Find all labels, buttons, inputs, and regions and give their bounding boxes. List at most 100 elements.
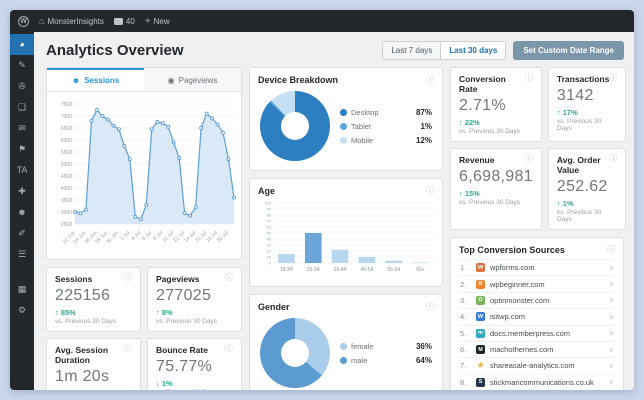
set-custom-date-range-button[interactable]: Set Custom Date Range bbox=[513, 41, 624, 60]
info-icon[interactable]: ⓘ bbox=[426, 187, 434, 195]
source-domain: wpbeginner.com bbox=[490, 279, 545, 289]
chevron-down-icon[interactable]: ∨ bbox=[609, 362, 614, 370]
svg-text:30 Jun: 30 Jun bbox=[105, 230, 120, 245]
legend-value: 12% bbox=[415, 135, 432, 145]
right-stat-cards: Conversion Rate ⓘ 2.71% ↑ 22% vs. Previous 3… bbox=[450, 67, 627, 230]
info-icon[interactable]: ⓘ bbox=[525, 155, 533, 163]
media-icon: ✇ bbox=[18, 81, 26, 91]
conversion-source-row[interactable]: 4. Wisitwp.com ∨ bbox=[459, 308, 615, 324]
site-name: MonsterInsights bbox=[47, 16, 104, 26]
chevron-down-icon[interactable]: ∨ bbox=[609, 296, 614, 304]
legend-value: 1% bbox=[420, 121, 432, 131]
comments-menu[interactable]: 40 bbox=[113, 17, 135, 26]
sidebar-item-pages[interactable]: ❏ bbox=[10, 97, 34, 118]
legend-label: female bbox=[351, 341, 374, 351]
info-icon[interactable]: ⓘ bbox=[124, 345, 132, 353]
sidebar-item-collapse[interactable]: ⚙ bbox=[10, 300, 34, 321]
sidebar-item-text-tools[interactable]: TA bbox=[10, 160, 34, 181]
stat-label: Bounce Rate bbox=[156, 345, 208, 355]
svg-text:20: 20 bbox=[267, 248, 272, 253]
info-icon[interactable]: ⓘ bbox=[225, 345, 233, 353]
stat-delta: ↑ 17% bbox=[556, 108, 578, 117]
sidebar-item-appearance[interactable]: ⚑ bbox=[10, 139, 34, 160]
chevron-down-icon[interactable]: ∨ bbox=[609, 378, 614, 386]
comments-icon bbox=[113, 17, 123, 25]
sidebar-item-tools[interactable]: ✐ bbox=[10, 223, 34, 244]
tab-sessions[interactable]: ☻ Sessions bbox=[47, 68, 144, 91]
tab-sessions-label: Sessions bbox=[84, 76, 120, 85]
sidebar-item-addons[interactable]: ▦ bbox=[10, 279, 34, 300]
last-30-days-button[interactable]: Last 30 days bbox=[440, 42, 506, 59]
device-donut-chart bbox=[260, 91, 330, 161]
chevron-down-icon[interactable]: ∨ bbox=[609, 280, 614, 288]
legend-row: Tablet 1% bbox=[340, 122, 432, 131]
left-stat-card-1: Pageviews ⓘ 277025 ↑ 8% vs. Previous 30 Days bbox=[147, 267, 242, 332]
chevron-down-icon[interactable]: ∨ bbox=[609, 264, 614, 272]
source-favicon-icon: S bbox=[476, 377, 485, 387]
page-header: Analytics Overview Last 7 days Last 30 d… bbox=[46, 41, 624, 60]
conversion-source-row[interactable]: 6. Mmachothemes.com ∨ bbox=[459, 340, 615, 357]
tab-pageviews[interactable]: ◉ Pageviews bbox=[144, 68, 241, 91]
sidebar-item-settings[interactable]: ☰ bbox=[10, 244, 34, 265]
eye-icon: ◉ bbox=[167, 76, 175, 85]
site-menu[interactable]: ⌂ MonsterInsights bbox=[39, 16, 104, 26]
last-7-days-button[interactable]: Last 7 days bbox=[383, 42, 441, 59]
chart-tabs: ☻ Sessions ◉ Pageviews bbox=[47, 68, 241, 92]
page-title: Analytics Overview bbox=[46, 42, 184, 59]
svg-text:50: 50 bbox=[267, 230, 272, 235]
sidebar-item-dashboard[interactable]: ◕ bbox=[10, 34, 34, 55]
sidebar-item-comments[interactable]: ✉ bbox=[10, 118, 34, 139]
stat-value: 252.62 bbox=[556, 178, 608, 195]
chevron-down-icon[interactable]: ∨ bbox=[609, 346, 614, 354]
legend-row: male 64% bbox=[340, 356, 432, 365]
comments-icon: ✉ bbox=[18, 123, 26, 133]
conversion-source-row[interactable]: 7. ★ shareasale-analytics.com ∨ bbox=[459, 357, 615, 373]
conversion-source-row[interactable]: 3. Ooptinmonster.com ∨ bbox=[459, 291, 615, 308]
source-domain: optinmonster.com bbox=[490, 295, 550, 305]
chevron-down-icon[interactable]: ∨ bbox=[609, 313, 614, 321]
legend-dot bbox=[340, 122, 347, 130]
legend-value: 87% bbox=[415, 107, 432, 117]
stat-delta: ↑ 15% bbox=[459, 189, 480, 198]
conversion-source-row[interactable]: 1. Wwpforms.com ∨ bbox=[459, 259, 615, 275]
conversion-source-row[interactable]: 2. Bwpbeginner.com ∨ bbox=[459, 275, 615, 291]
conversion-source-row[interactable]: 8. Sstickmancommunications.co.uk ∨ bbox=[459, 373, 615, 390]
svg-text:7500: 7500 bbox=[61, 102, 72, 108]
conversion-source-row[interactable]: 5. m docs.memberpress.com ∨ bbox=[459, 324, 615, 341]
svg-text:35-44: 35-44 bbox=[334, 267, 347, 273]
info-icon[interactable]: ⓘ bbox=[426, 76, 434, 84]
svg-text:55-64: 55-64 bbox=[387, 267, 400, 273]
stat-value: 277025 bbox=[156, 287, 212, 304]
info-icon[interactable]: ⓘ bbox=[609, 155, 617, 163]
date-range-toggle: Last 7 days Last 30 days bbox=[382, 41, 507, 60]
collapse-icon: ⚙ bbox=[17, 305, 27, 315]
svg-text:25-34: 25-34 bbox=[307, 267, 320, 273]
dashboard-icon: ◕ bbox=[19, 39, 25, 49]
sidebar-item-posts[interactable]: ✎ bbox=[10, 55, 34, 76]
age-panel: Age ⓘ 0 10 20 30 40 50 60 70 80 90 100 18-24 25-34 35… bbox=[249, 178, 443, 287]
svg-text:20 Jul: 20 Jul bbox=[216, 230, 230, 244]
svg-text:100: 100 bbox=[264, 200, 271, 205]
wp-logo-menu[interactable]: W bbox=[18, 15, 29, 27]
device-breakdown-panel: Device Breakdown ⓘ Desktop 87% Tablet 1% Mob… bbox=[249, 67, 443, 171]
wordpress-logo-icon: W bbox=[18, 15, 29, 27]
new-label: New bbox=[153, 16, 170, 26]
source-favicon-icon: m bbox=[476, 328, 485, 338]
left-stat-card-0: Sessions ⓘ 225156 ↑ 85% vs. Previous 30 Days bbox=[46, 267, 141, 332]
svg-text:18 Jul: 18 Jul bbox=[205, 230, 219, 244]
sidebar-item-media[interactable]: ✇ bbox=[10, 76, 34, 97]
legend-row: female 36% bbox=[340, 342, 432, 351]
info-icon[interactable]: ⓘ bbox=[426, 303, 434, 311]
info-icon[interactable]: ⓘ bbox=[124, 274, 132, 282]
new-content-menu[interactable]: + New bbox=[145, 16, 170, 27]
stat-comparison-label: vs. Previous 30 Days bbox=[55, 318, 117, 325]
svg-text:2500: 2500 bbox=[61, 222, 72, 228]
app-window: W ⌂ MonsterInsights 40 + New ◕ ✎ ✇ ❏ ✉ ⚑ TA ✚ ☻ ✐… bbox=[10, 10, 634, 390]
sidebar-item-plugins[interactable]: ✚ bbox=[10, 181, 34, 202]
info-icon[interactable]: ⓘ bbox=[609, 74, 617, 82]
sidebar-item-users[interactable]: ☻ bbox=[10, 202, 34, 223]
chevron-down-icon[interactable]: ∨ bbox=[609, 329, 614, 337]
info-icon[interactable]: ⓘ bbox=[525, 74, 533, 82]
info-icon[interactable]: ⓘ bbox=[607, 246, 615, 254]
info-icon[interactable]: ⓘ bbox=[225, 274, 233, 282]
